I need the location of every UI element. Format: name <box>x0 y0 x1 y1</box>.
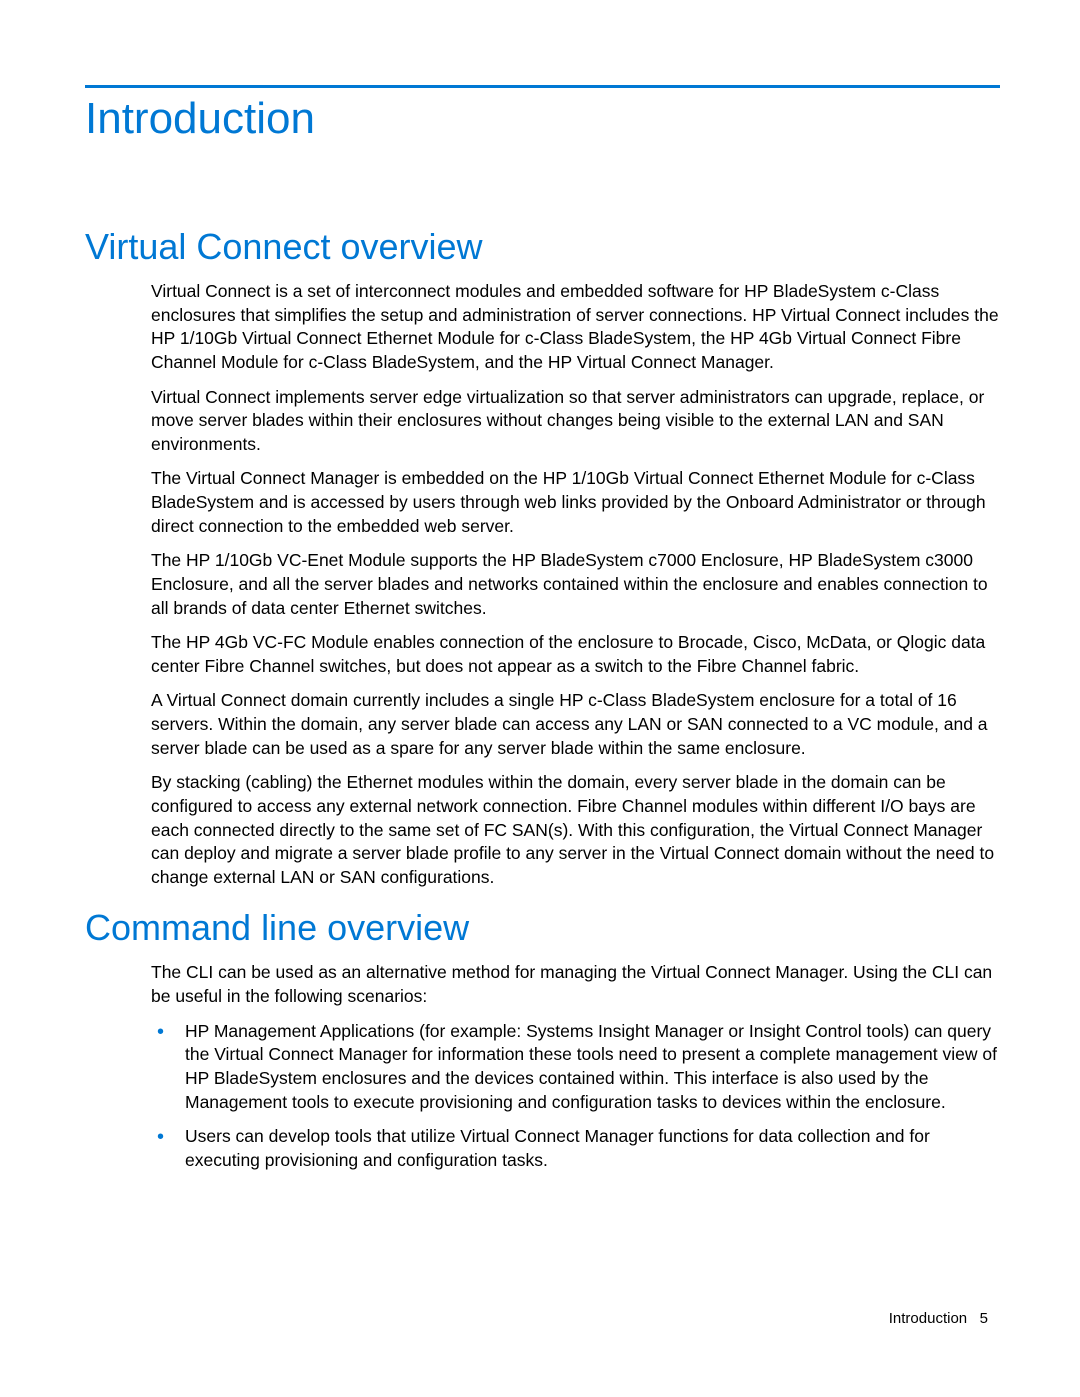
list-item: HP Management Applications (for example:… <box>151 1020 1000 1115</box>
chapter-rule <box>85 85 1000 88</box>
document-page: Introduction Virtual Connect overview Vi… <box>0 0 1080 1243</box>
footer-section: Introduction <box>889 1310 967 1327</box>
bullet-list: HP Management Applications (for example:… <box>151 1020 1000 1173</box>
paragraph: The CLI can be used as an alternative me… <box>151 961 1000 1008</box>
paragraph: The Virtual Connect Manager is embedded … <box>151 467 1000 538</box>
section-body-cli-overview: The CLI can be used as an alternative me… <box>151 961 1000 1008</box>
paragraph: By stacking (cabling) the Ethernet modul… <box>151 771 1000 889</box>
page-footer: Introduction 5 <box>889 1310 988 1327</box>
footer-page-number: 5 <box>980 1310 988 1327</box>
paragraph: Virtual Connect is a set of interconnect… <box>151 280 1000 375</box>
section-body-vc-overview: Virtual Connect is a set of interconnect… <box>151 280 1000 889</box>
chapter-title: Introduction <box>85 94 1000 144</box>
paragraph: The HP 4Gb VC-FC Module enables connecti… <box>151 631 1000 678</box>
paragraph: Virtual Connect implements server edge v… <box>151 386 1000 457</box>
section-title-vc-overview: Virtual Connect overview <box>85 226 1000 268</box>
paragraph: The HP 1/10Gb VC-Enet Module supports th… <box>151 549 1000 620</box>
section-title-cli-overview: Command line overview <box>85 907 1000 949</box>
list-item: Users can develop tools that utilize Vir… <box>151 1125 1000 1172</box>
paragraph: A Virtual Connect domain currently inclu… <box>151 689 1000 760</box>
